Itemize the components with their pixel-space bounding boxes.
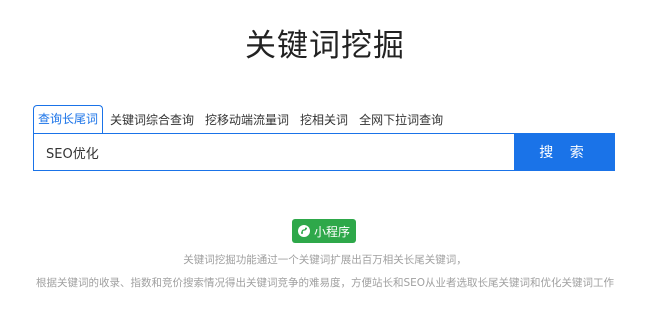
description-line-1: 关键词挖掘功能通过一个关键词扩展出百万相关长尾关键词，	[183, 254, 467, 266]
tab-long-tail[interactable]: 查询长尾词	[33, 105, 104, 133]
tab-related-words[interactable]: 挖相关词	[296, 107, 352, 133]
search-input[interactable]	[33, 133, 514, 171]
mini-program-button[interactable]: 小程序	[292, 219, 356, 243]
page-title: 关键词挖掘	[245, 28, 405, 64]
search-button[interactable]: 搜 索	[514, 133, 615, 171]
mini-program-label: 小程序	[313, 224, 350, 239]
tab-mobile-traffic[interactable]: 挖移动端流量词	[201, 107, 293, 133]
search-box: 搜 索	[33, 133, 615, 171]
mini-program-icon	[297, 225, 310, 237]
page: 关键词挖掘 查询长尾词 关键词综合查询 挖移动端流量词 挖相关词 全网下拉词查询…	[0, 0, 650, 321]
search-tabs: 查询长尾词 关键词综合查询 挖移动端流量词 挖相关词 全网下拉词查询	[33, 105, 450, 133]
description-line-2: 根据关键词的收录、指数和竞价搜索情况得出关键词竞争的难易度，方便站长和SEO从业…	[35, 277, 615, 289]
tab-dropdown-words[interactable]: 全网下拉词查询	[355, 107, 447, 133]
tab-keyword-overview[interactable]: 关键词综合查询	[106, 107, 198, 133]
